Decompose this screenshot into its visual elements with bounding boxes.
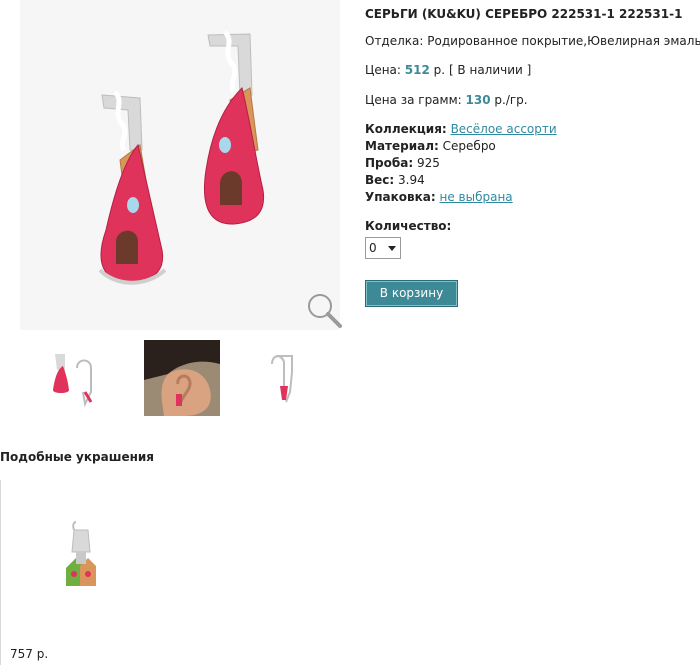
packaging-link[interactable]: не выбрана [440,190,513,204]
thumbnail-3[interactable] [250,340,326,416]
finish-label: Отделка: [365,34,424,48]
quantity-selected-value: 0 [369,241,377,255]
weight-row: Вес: 3.94 [365,173,425,187]
material-row: Материал: Серебро [365,139,496,153]
packaging-label: Упаковка: [365,190,436,204]
probe-row: Проба: 925 [365,156,440,170]
probe-value: 925 [416,156,440,170]
price-per-gram-unit: р./гр. [494,93,528,107]
add-to-cart-button[interactable]: В корзину [365,280,458,307]
collection-row: Коллекция: Весёлое ассорти [365,122,557,136]
similar-section-title: Подобные украшения [0,450,155,464]
quantity-select[interactable]: 0 [365,237,401,259]
finish-row: Отделка: Родированное покрытие,Ювелирная… [365,34,700,48]
zoom-magnifier-icon[interactable] [304,290,344,330]
chevron-down-icon [388,246,396,251]
weight-label: Вес: [365,173,395,187]
weight-value: 3.94 [398,173,425,187]
similar-divider [0,480,1,665]
price-label: Цена: [365,63,401,77]
finish-value: Родированное покрытие,Ювелирная эмаль [427,34,700,48]
collection-label: Коллекция: [365,122,447,136]
similar-item-price: 757 р. [10,647,49,661]
material-value: Серебро [442,139,496,153]
product-main-image[interactable] [20,0,340,330]
price-row: Цена: 512 р. [ В наличии ] [365,63,531,77]
similar-item-image[interactable] [50,518,110,598]
collection-link[interactable]: Весёлое ассорти [451,122,557,136]
thumbnail-1[interactable] [47,340,123,416]
availability-status: [ В наличии ] [448,63,532,77]
probe-label: Проба: [365,156,414,170]
quantity-label: Количество: [365,219,452,233]
price-per-gram-row: Цена за грамм: 130 р./гр. [365,93,528,107]
packaging-row: Упаковка: не выбрана [365,190,513,204]
price-per-gram-label: Цена за грамм: [365,93,462,107]
price-unit: р. [433,63,446,77]
material-label: Материал: [365,139,439,153]
thumbnail-2-ear[interactable] [144,340,220,416]
price-value: 512 [404,63,430,77]
price-per-gram-value: 130 [465,93,491,107]
product-title: СЕРЬГИ (KU&KU) СЕРЕБРО 222531-1 222531-1 [365,7,683,21]
